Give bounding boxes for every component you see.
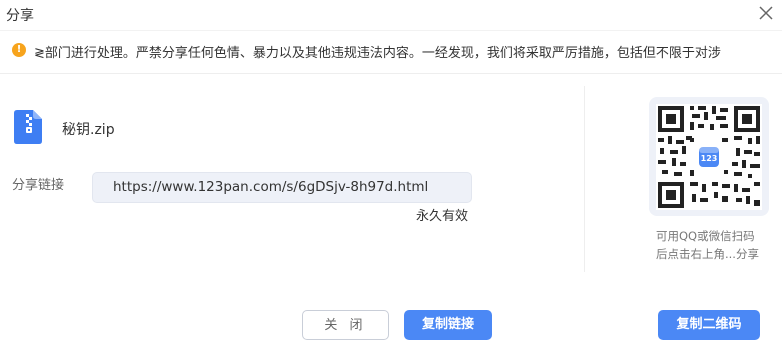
qr-code: 123: [649, 97, 769, 216]
vertical-divider: [584, 86, 585, 272]
qr-code-image: 123: [656, 104, 762, 210]
close-button[interactable]: 关 闭: [302, 310, 389, 340]
copy-link-button[interactable]: 复制链接: [404, 310, 492, 340]
share-link-label: 分享链接: [12, 178, 65, 193]
warning-icon: !: [12, 43, 26, 57]
dialog-title: 分享: [6, 8, 34, 24]
copy-qr-button[interactable]: 复制二维码: [658, 310, 760, 340]
zip-file-icon: [14, 110, 42, 144]
validity-text: 永久有效: [416, 209, 469, 224]
qr-center-badge: 123: [701, 154, 718, 163]
notice-text: ≷部门进行处理。严禁分享任何色情、暴力以及其他违规违法内容。一经发现，我们将采取…: [34, 46, 721, 61]
close-icon[interactable]: [756, 3, 776, 23]
file-name: 秘钥.zip: [62, 122, 115, 138]
qr-hint-text: 可用QQ或微信扫码后点击右上角...分享: [656, 229, 759, 261]
dialog-header: 分享: [0, 0, 782, 30]
share-link-field[interactable]: https://www.123pan.com/s/6gDSjv-8h97d.ht…: [92, 172, 472, 203]
notice-banner: ! ≷部门进行处理。严禁分享任何色情、暴力以及其他违规违法内容。一经发现，我们将…: [0, 30, 782, 74]
share-link-url[interactable]: https://www.123pan.com/s/6gDSjv-8h97d.ht…: [113, 179, 428, 195]
